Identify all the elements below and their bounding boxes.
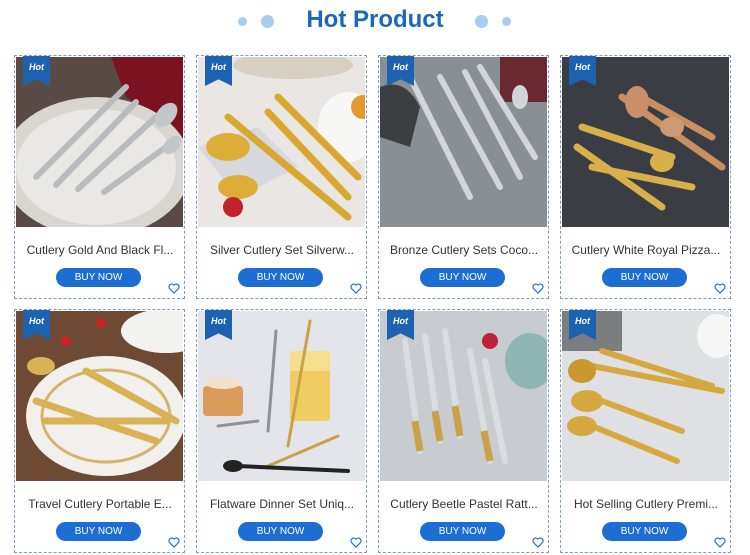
product-card[interactable]: Hot Silver Cutlery Set Silverw... BUY NO… bbox=[196, 55, 367, 299]
product-name[interactable]: Silver Cutlery Set Silverw... bbox=[203, 242, 361, 258]
heart-outline-icon[interactable] bbox=[532, 283, 544, 294]
buy-now-button[interactable]: BUY NOW bbox=[602, 268, 687, 287]
product-name[interactable]: Flatware Dinner Set Uniq... bbox=[203, 496, 361, 512]
heart-outline-icon[interactable] bbox=[714, 283, 726, 294]
product-photo[interactable] bbox=[562, 57, 729, 227]
product-photo[interactable] bbox=[380, 311, 547, 481]
product-name[interactable]: Cutlery White Royal Pizza... bbox=[567, 242, 725, 258]
buy-now-button[interactable]: BUY NOW bbox=[56, 522, 141, 541]
heart-outline-icon[interactable] bbox=[532, 537, 544, 548]
product-photo[interactable] bbox=[198, 311, 365, 481]
product-name[interactable]: Hot Selling Cutlery Premi... bbox=[567, 496, 725, 512]
product-photo[interactable] bbox=[562, 311, 729, 481]
section-title: Hot Product bbox=[306, 6, 444, 33]
buy-now-button[interactable]: BUY NOW bbox=[238, 268, 323, 287]
product-name[interactable]: Cutlery Gold And Black Fl... bbox=[21, 242, 179, 258]
buy-now-button[interactable]: BUY NOW bbox=[602, 522, 687, 541]
decor-dot-icon bbox=[502, 17, 511, 26]
section-header: Hot Product bbox=[0, 0, 750, 44]
product-photo[interactable] bbox=[380, 57, 547, 227]
product-photo[interactable] bbox=[16, 311, 183, 481]
heart-outline-icon[interactable] bbox=[168, 537, 180, 548]
buy-now-button[interactable]: BUY NOW bbox=[56, 268, 141, 287]
product-name[interactable]: Travel Cutlery Portable E... bbox=[21, 496, 179, 512]
product-card[interactable]: Hot Hot Selling Cutlery Premi... BUY NOW bbox=[560, 309, 731, 553]
heart-outline-icon[interactable] bbox=[714, 537, 726, 548]
product-name[interactable]: Bronze Cutlery Sets Coco... bbox=[385, 242, 543, 258]
product-card[interactable]: Hot Cutlery White Royal Pizza... BUY NOW bbox=[560, 55, 731, 299]
product-card[interactable]: Hot Travel Cutlery Portable E... BUY NOW bbox=[14, 309, 185, 553]
product-card[interactable]: Hot Bronze Cutlery Sets Coco... BUY NOW bbox=[378, 55, 549, 299]
decor-dot-icon bbox=[475, 15, 488, 28]
product-name[interactable]: Cutlery Beetle Pastel Ratt... bbox=[385, 496, 543, 512]
product-card[interactable]: Hot Cutlery Gold And Black Fl... BUY NOW bbox=[14, 55, 185, 299]
product-photo[interactable] bbox=[198, 57, 365, 227]
product-photo[interactable] bbox=[16, 57, 183, 227]
buy-now-button[interactable]: BUY NOW bbox=[238, 522, 323, 541]
heart-outline-icon[interactable] bbox=[168, 283, 180, 294]
heart-outline-icon[interactable] bbox=[350, 283, 362, 294]
product-card[interactable]: Hot Cutlery Beetle Pastel Ratt... BUY NO… bbox=[378, 309, 549, 553]
buy-now-button[interactable]: BUY NOW bbox=[420, 522, 505, 541]
heart-outline-icon[interactable] bbox=[350, 537, 362, 548]
buy-now-button[interactable]: BUY NOW bbox=[420, 268, 505, 287]
product-card[interactable]: Hot Flatware Dinner Set Uniq... BUY NOW bbox=[196, 309, 367, 553]
